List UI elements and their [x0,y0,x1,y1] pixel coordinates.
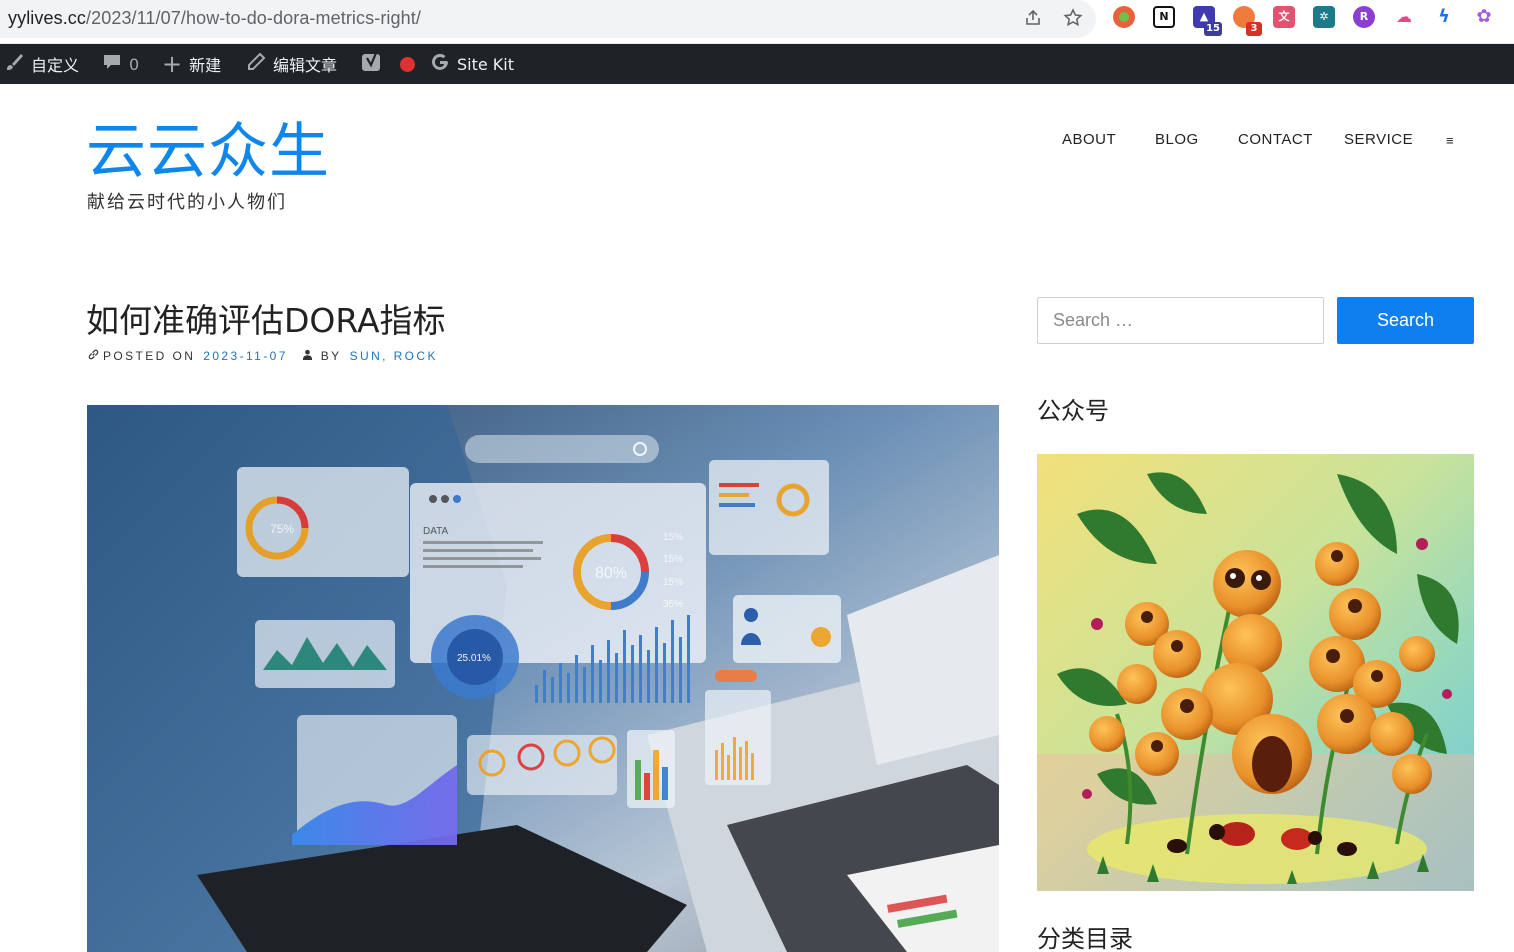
url-host: yylives.cc [8,8,87,28]
extension-badge: 15 [1204,22,1222,36]
pencil-icon [246,52,266,77]
post-authors-link[interactable]: SUN, ROCK [350,349,438,363]
author-icon [302,349,313,363]
data-panel-title: DATA [423,526,449,537]
posted-on-label: POSTED ON [103,349,196,363]
bolt-icon[interactable]: ϟ [1433,6,1455,28]
plus-icon: + [162,50,183,78]
featured-image: 75% DATA 80% 15% 15% 15% 35% 25.01% [87,405,999,952]
pct-label: 15% [663,532,683,543]
cloud-outline-icon[interactable]: ☁ [1393,6,1415,28]
donut-big-label: 80% [595,565,627,582]
wechat-qr-image [1037,454,1474,891]
edit-post-label: 编辑文章 [273,56,338,75]
edit-post-link[interactable]: 编辑文章 [246,44,337,84]
widget-title-categories: 分类目录 [1037,925,1133,952]
widget-title-wechat: 公众号 [1037,397,1109,425]
share-icon[interactable] [1022,8,1044,30]
new-content-link[interactable]: + 新建 [162,44,221,84]
wp-admin-bar: 自定义 0 + 新建 编辑文章 Site Kit [0,44,1514,84]
pct-label: 35% [663,599,683,610]
star-icon[interactable] [1062,8,1084,30]
sitekit-label: Site Kit [457,54,515,74]
browser-toolbar: yylives.cc/2023/11/07/how-to-do-dora-met… [0,0,1514,44]
pct-label: 15% [663,554,683,565]
nav-item-service[interactable]: SERVICE [1344,131,1413,148]
site-title[interactable]: 云云众生 [86,116,330,188]
blob-value-label: 25.01% [457,653,491,664]
site-tagline: 献给云时代的小人物们 [87,192,287,213]
post-title: 如何准确评估DORA指标 [86,301,446,340]
search-input[interactable] [1037,297,1324,344]
translate-icon[interactable]: 文 [1273,6,1295,28]
menu-icon[interactable]: ≡ [1446,133,1454,148]
sitekit-link[interactable]: Site Kit [430,44,514,84]
post-date-link[interactable]: 2023-11-07 [203,349,288,363]
comments-link[interactable]: 0 [102,44,139,84]
nav-item-blog[interactable]: BLOG [1155,131,1199,148]
customize-link[interactable]: 自定义 [4,44,79,84]
post-meta: POSTED ON 2023-11-07 BY SUN, ROCK [88,349,438,363]
link-icon [88,349,99,363]
google-g-icon [430,52,450,77]
notion-icon[interactable]: N [1153,6,1175,28]
yoast-icon [361,51,383,78]
extension-badge: 3 [1246,22,1262,36]
nav-item-about[interactable]: ABOUT [1062,131,1116,148]
pct-label: 15% [663,577,683,588]
letter-r-icon[interactable]: R [1353,6,1375,28]
openai-icon[interactable]: ✿ [1473,6,1495,28]
address-bar[interactable]: yylives.cc/2023/11/07/how-to-do-dora-met… [0,0,1096,38]
graduation-cap-icon[interactable]: ▲ 15 [1193,6,1222,36]
brush-icon [4,52,24,77]
url-text[interactable]: yylives.cc/2023/11/07/how-to-do-dora-met… [8,8,421,29]
url-path: /2023/11/07/how-to-do-dora-metrics-right… [86,8,421,28]
search-button[interactable]: Search [1337,297,1474,344]
network-icon[interactable]: ✲ [1313,6,1335,28]
cloud-extension-icon[interactable]: 3 [1233,6,1262,36]
donut-small-label: 75% [270,522,294,536]
by-label: BY [320,349,342,363]
nav-item-contact[interactable]: CONTACT [1238,131,1313,148]
new-label: 新建 [189,56,222,75]
seo-status-dot [400,56,415,72]
yoast-menu[interactable] [361,44,415,84]
circle-extension-icon[interactable] [1113,6,1135,28]
customize-label: 自定义 [31,56,80,75]
comments-count: 0 [129,54,140,74]
comment-icon [102,52,122,77]
